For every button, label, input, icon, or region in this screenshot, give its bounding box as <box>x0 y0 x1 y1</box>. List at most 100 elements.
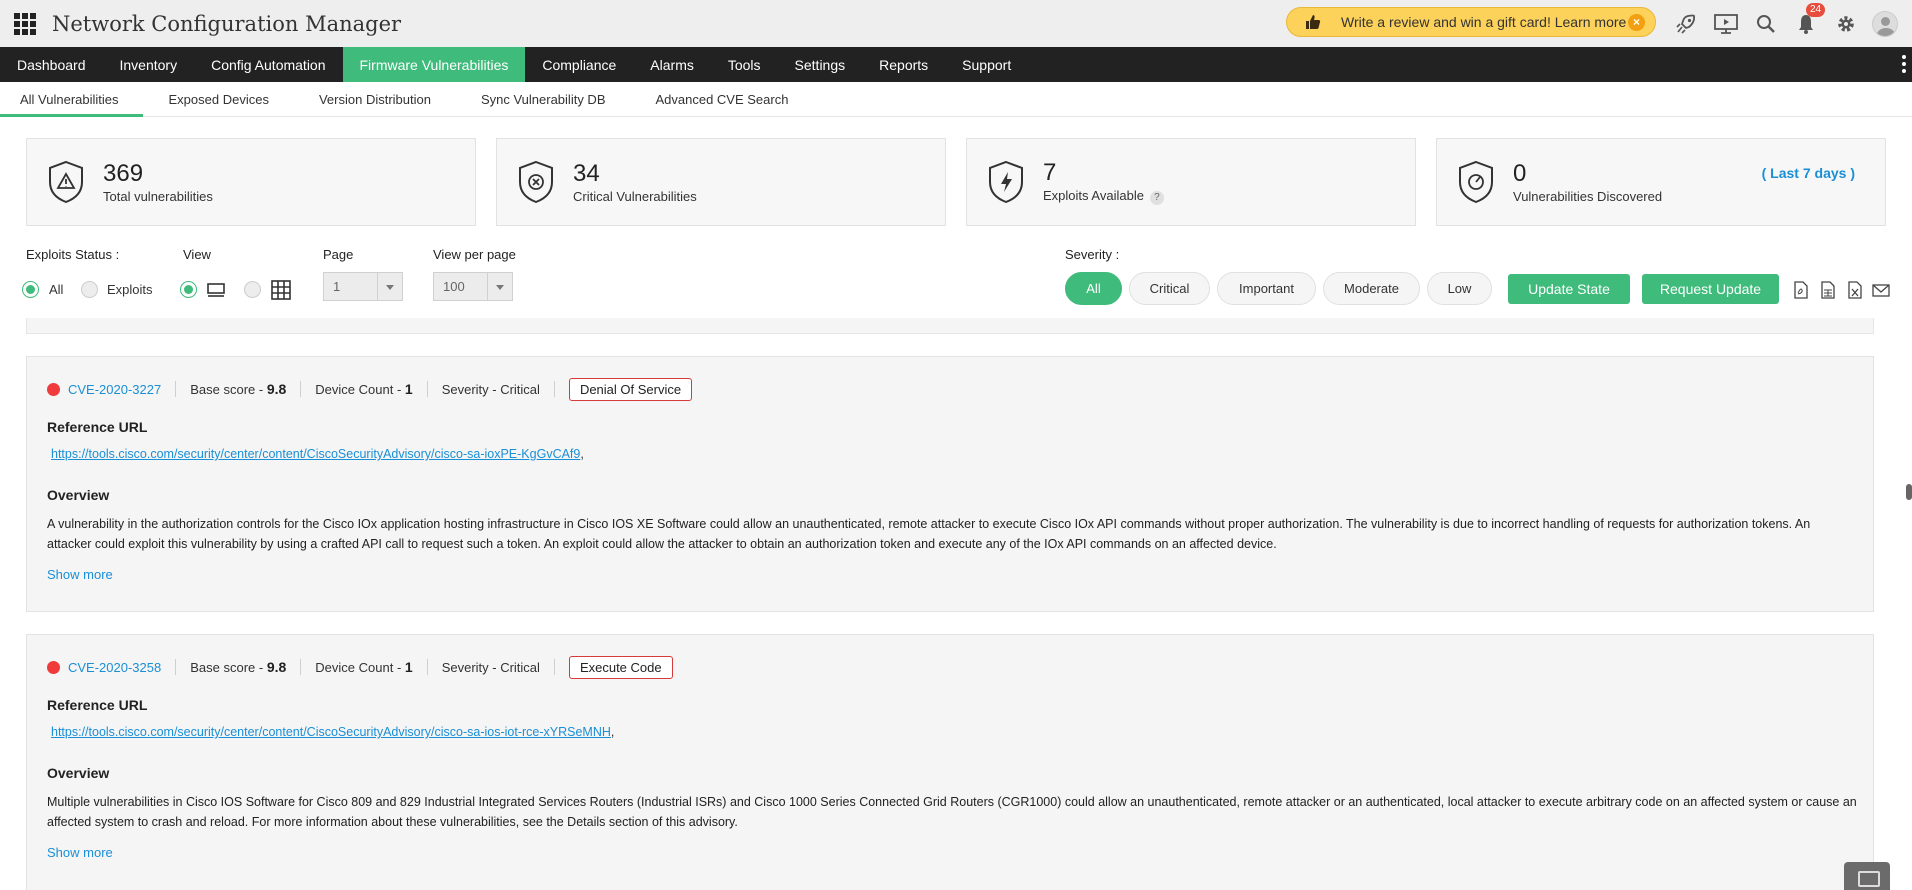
severity-important-pill[interactable]: Important <box>1217 272 1316 305</box>
reference-url-link[interactable]: https://tools.cisco.com/security/center/… <box>51 725 611 739</box>
nav-inventory[interactable]: Inventory <box>103 47 195 82</box>
overview-heading: Overview <box>47 487 110 503</box>
tab-exposed-devices[interactable]: Exposed Devices <box>143 82 289 116</box>
stat-exploits-available[interactable]: 7 Exploits Available? <box>966 138 1416 226</box>
vulnerability-card: CVE-2020-3227 Base score - 9.8 Device Co… <box>26 356 1874 612</box>
shield-warning-icon <box>49 160 83 204</box>
stat-total-vulnerabilities[interactable]: 369 Total vulnerabilities <box>26 138 476 226</box>
severity-moderate-pill[interactable]: Moderate <box>1323 272 1420 305</box>
tab-advanced-cve-search[interactable]: Advanced CVE Search <box>625 82 808 116</box>
severity-low-pill[interactable]: Low <box>1427 272 1492 305</box>
overview-text: A vulnerability in the authorization con… <box>47 517 1811 551</box>
card-header: CVE-2020-3227 Base score - 9.8 Device Co… <box>47 377 693 401</box>
show-more-link[interactable]: Show more <box>47 845 113 860</box>
tab-version-distribution[interactable]: Version Distribution <box>289 82 451 116</box>
nav-support[interactable]: Support <box>945 47 1028 82</box>
presentation-icon[interactable] <box>1706 0 1746 47</box>
stat-vulnerabilities-discovered[interactable]: 0 Vulnerabilities Discovered ( Last 7 da… <box>1436 138 1886 226</box>
promo-banner[interactable]: Write a review and win a gift card! Lear… <box>1286 7 1656 37</box>
reference-url-link[interactable]: https://tools.cisco.com/security/center/… <box>51 447 580 461</box>
exploits-status-label: Exploits Status : <box>26 247 120 262</box>
cve-link[interactable]: CVE-2020-3227 <box>68 382 161 397</box>
excel-export-icon[interactable] <box>1847 281 1863 299</box>
critical-indicator <box>47 660 60 674</box>
tab-sync-vulnerability-db[interactable]: Sync Vulnerability DB <box>451 82 626 116</box>
base-score-label: Base score - <box>190 660 267 675</box>
severity-all-pill[interactable]: All <box>1065 272 1122 305</box>
nav-reports[interactable]: Reports <box>862 47 945 82</box>
update-state-button[interactable]: Update State <box>1508 274 1630 304</box>
thumbs-up-icon <box>1305 14 1321 30</box>
show-more-link[interactable]: Show more <box>47 567 113 582</box>
view-list-radio[interactable] <box>180 281 197 298</box>
view-grid-radio[interactable] <box>244 281 261 298</box>
exploits-only-label: Exploits <box>107 282 153 297</box>
help-icon[interactable]: ? <box>1149 190 1164 205</box>
exploits-all-radio[interactable] <box>22 281 39 298</box>
vulnerability-type-tag: Denial Of Service <box>568 377 693 401</box>
nav-alarms[interactable]: Alarms <box>633 47 711 82</box>
device-count-value: 1 <box>404 381 413 397</box>
search-icon[interactable] <box>1746 0 1786 47</box>
page-select[interactable]: 1 <box>323 272 403 301</box>
cve-link[interactable]: CVE-2020-3258 <box>68 660 161 675</box>
chevron-down-icon <box>377 273 402 300</box>
per-page-label: View per page <box>433 247 516 262</box>
top-icons: 24 <box>1666 0 1912 47</box>
grid-icon[interactable] <box>14 12 36 35</box>
request-update-button[interactable]: Request Update <box>1642 274 1779 304</box>
gear-icon[interactable] <box>1826 0 1866 47</box>
rocket-icon[interactable] <box>1666 0 1706 47</box>
csv-export-icon[interactable] <box>1820 281 1836 299</box>
avatar[interactable] <box>1872 10 1898 37</box>
device-count-label: Device Count - <box>315 660 405 675</box>
bell-icon[interactable]: 24 <box>1786 0 1826 47</box>
exploits-only-radio[interactable] <box>81 281 98 298</box>
exploits-all-label: All <box>49 282 64 297</box>
page-label: Page <box>323 247 354 262</box>
severity-label: Severity : <box>1065 247 1120 262</box>
list-previous-card-edge <box>26 318 1874 334</box>
list-view-icon[interactable] <box>207 282 225 298</box>
card-header: CVE-2020-3258 Base score - 9.8 Device Co… <box>47 655 673 679</box>
nav-settings[interactable]: Settings <box>778 47 863 82</box>
nav-firmware-vulnerabilities[interactable]: Firmware Vulnerabilities <box>342 47 526 82</box>
grid-view-icon[interactable] <box>271 280 291 300</box>
period-link[interactable]: ( Last 7 days ) <box>1762 165 1855 181</box>
per-page-select[interactable]: 100 <box>433 272 513 301</box>
stat-value: 7 <box>1043 158 1057 186</box>
shield-x-icon <box>519 160 553 204</box>
nav-dashboard[interactable]: Dashboard <box>0 47 103 82</box>
shield-bolt-icon <box>989 160 1023 204</box>
per-page-select-value: 100 <box>443 279 465 294</box>
mail-icon[interactable] <box>1872 281 1890 299</box>
promo-text: Write a review and win a gift card! Lear… <box>1341 14 1627 30</box>
severity-critical-pill[interactable]: Critical <box>1129 272 1210 305</box>
nav-config-automation[interactable]: Config Automation <box>194 47 342 82</box>
pdf-export-icon[interactable] <box>1793 281 1809 299</box>
severity-text: Severity - Critical <box>441 659 540 675</box>
chevron-down-icon <box>487 273 512 300</box>
nav-tools[interactable]: Tools <box>711 47 778 82</box>
sub-nav: All Vulnerabilities Exposed Devices Vers… <box>0 82 1912 117</box>
base-score-value: 9.8 <box>266 659 287 675</box>
main-nav: Dashboard Inventory Config Automation Fi… <box>0 47 1912 82</box>
critical-indicator <box>47 382 60 396</box>
tab-all-vulnerabilities[interactable]: All Vulnerabilities <box>0 82 143 117</box>
stat-critical-vulnerabilities[interactable]: 34 Critical Vulnerabilities <box>496 138 946 226</box>
close-icon[interactable]: × <box>1628 14 1645 31</box>
severity-text: Severity - Critical <box>441 381 540 397</box>
stat-value: 369 <box>103 159 144 187</box>
more-menu-icon[interactable] <box>1902 55 1906 76</box>
top-bar: Network Configuration Manager Write a re… <box>0 0 1912 47</box>
chat-icon[interactable] <box>1844 862 1890 890</box>
page-select-value: 1 <box>333 279 341 294</box>
view-label: View <box>183 247 211 262</box>
overview-text: Multiple vulnerabilities in Cisco IOS So… <box>47 795 1857 829</box>
scrollbar-thumb[interactable] <box>1906 484 1912 500</box>
base-score-value: 9.8 <box>266 381 287 397</box>
overview-heading: Overview <box>47 765 110 781</box>
notification-badge: 24 <box>1806 3 1826 17</box>
stat-label: Critical Vulnerabilities <box>573 188 697 204</box>
nav-compliance[interactable]: Compliance <box>525 47 633 82</box>
